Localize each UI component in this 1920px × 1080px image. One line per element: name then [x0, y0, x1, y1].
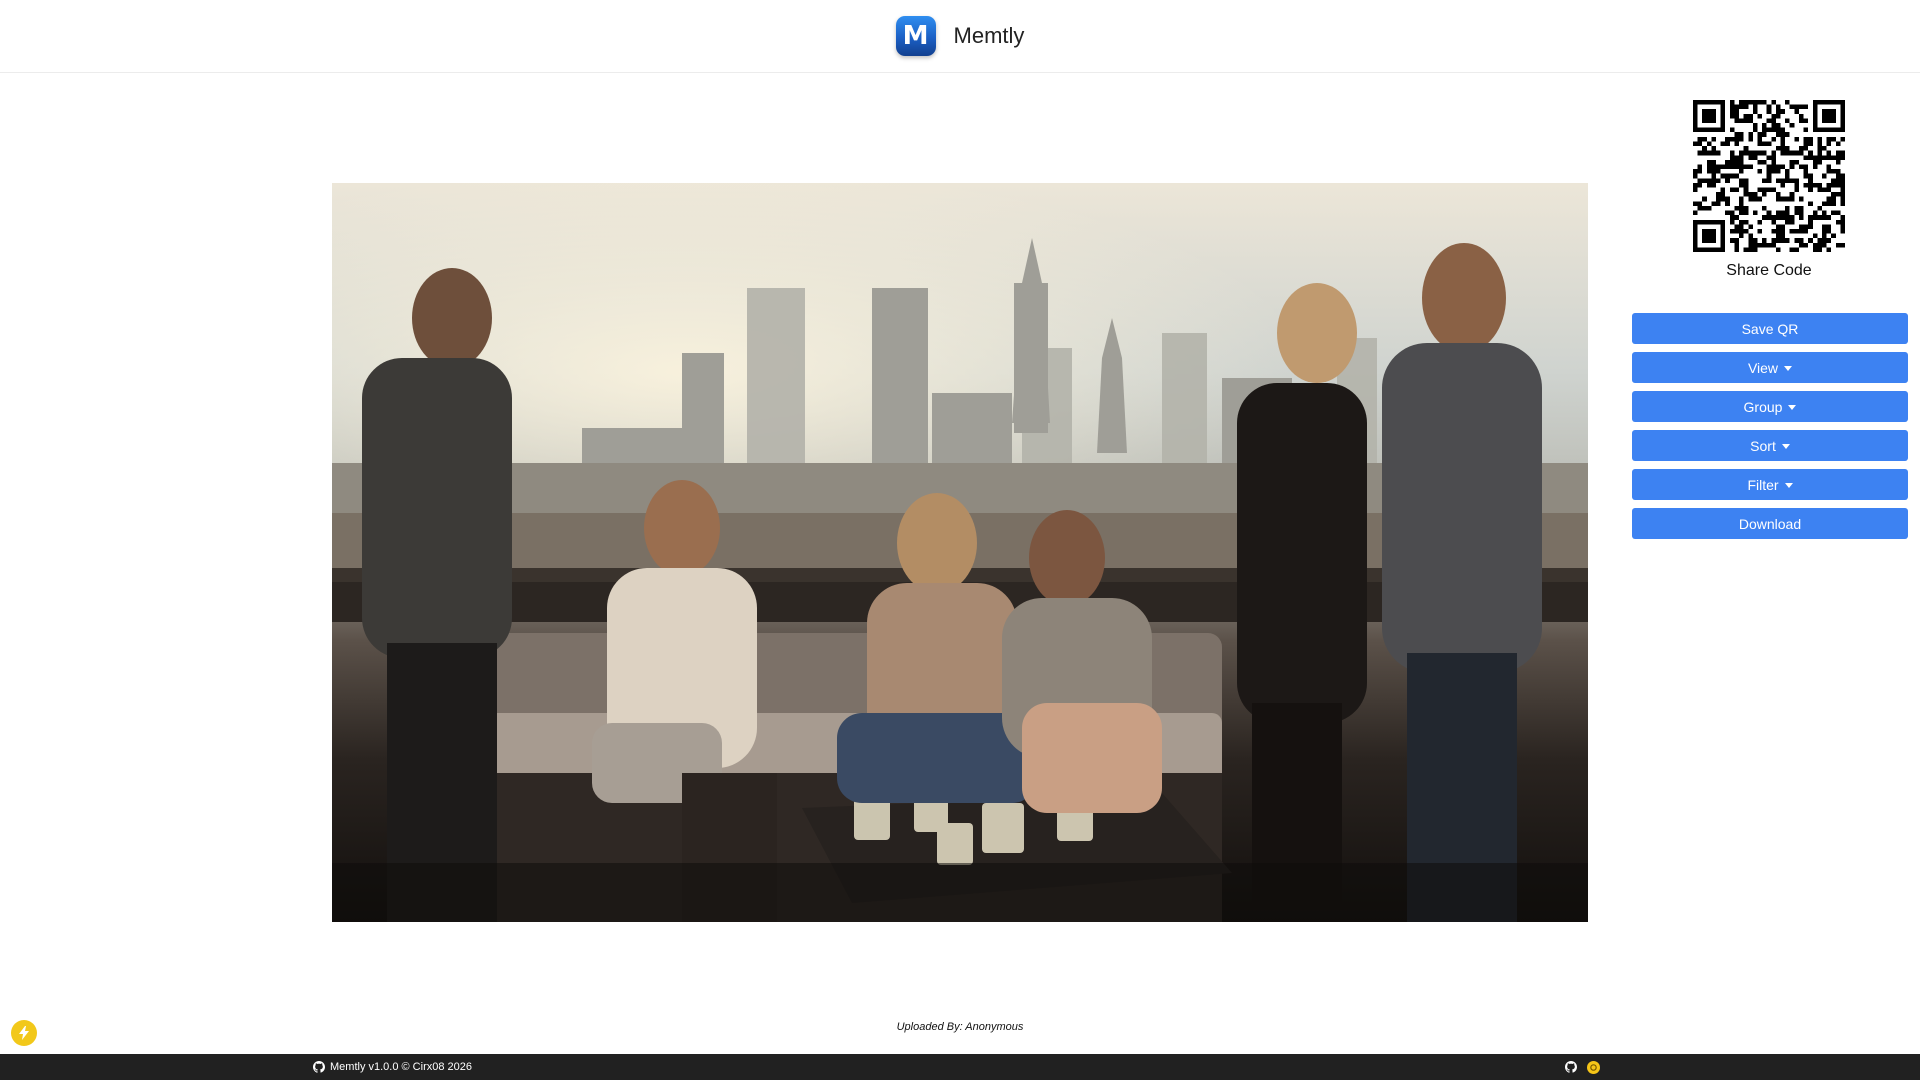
- coin-icon[interactable]: [1587, 1060, 1600, 1074]
- footer-bar: Memtly v1.0.0 © Cirx08 2026: [0, 1054, 1920, 1080]
- group-label: Group: [1743, 398, 1783, 415]
- share-qr-code[interactable]: [1693, 100, 1845, 252]
- github-icon[interactable]: [313, 1061, 325, 1073]
- app-logo[interactable]: M: [895, 16, 936, 56]
- save-qr-label: Save QR: [1741, 320, 1799, 337]
- logo-letter: M: [902, 21, 929, 51]
- coin-symbol-icon: [1590, 1063, 1597, 1071]
- photo-illustration: [332, 183, 1588, 922]
- top-header: M Memtly: [0, 0, 1920, 73]
- qr-code-icon: [1693, 100, 1845, 252]
- caret-down-icon: [1788, 405, 1797, 410]
- download-button[interactable]: Download: [1632, 508, 1908, 539]
- sort-dropdown-button[interactable]: Sort: [1632, 430, 1908, 461]
- group-dropdown-button[interactable]: Group: [1632, 391, 1908, 422]
- uploaded-by-caption: Uploaded By: Anonymous: [896, 1021, 1024, 1033]
- sort-label: Sort: [1750, 437, 1776, 454]
- footer-credit: Memtly v1.0.0 © Cirx08 2026: [313, 1054, 472, 1080]
- caret-down-icon: [1781, 444, 1790, 449]
- filter-label: Filter: [1747, 476, 1779, 493]
- filter-dropdown-button[interactable]: Filter: [1632, 469, 1908, 500]
- main-photo[interactable]: [332, 183, 1588, 922]
- caret-down-icon: [1784, 483, 1793, 488]
- view-label: View: [1747, 359, 1779, 376]
- app-title: Memtly: [953, 23, 1025, 48]
- view-dropdown-button[interactable]: View: [1632, 352, 1908, 383]
- download-label: Download: [1738, 515, 1802, 532]
- github-icon[interactable]: [1565, 1061, 1577, 1073]
- lightning-bolt-icon: [19, 1026, 29, 1040]
- share-code-label: Share Code: [1726, 262, 1812, 279]
- footer-credit-text: Memtly v1.0.0 © Cirx08 2026: [330, 1061, 472, 1073]
- footer-links: [1565, 1054, 1600, 1080]
- save-qr-button[interactable]: Save QR: [1632, 313, 1908, 344]
- caret-down-icon: [1784, 366, 1793, 371]
- app-root: M Memtly Share Code Save QR View Group S…: [0, 0, 1920, 1080]
- lightning-bolt-button[interactable]: [11, 1020, 37, 1046]
